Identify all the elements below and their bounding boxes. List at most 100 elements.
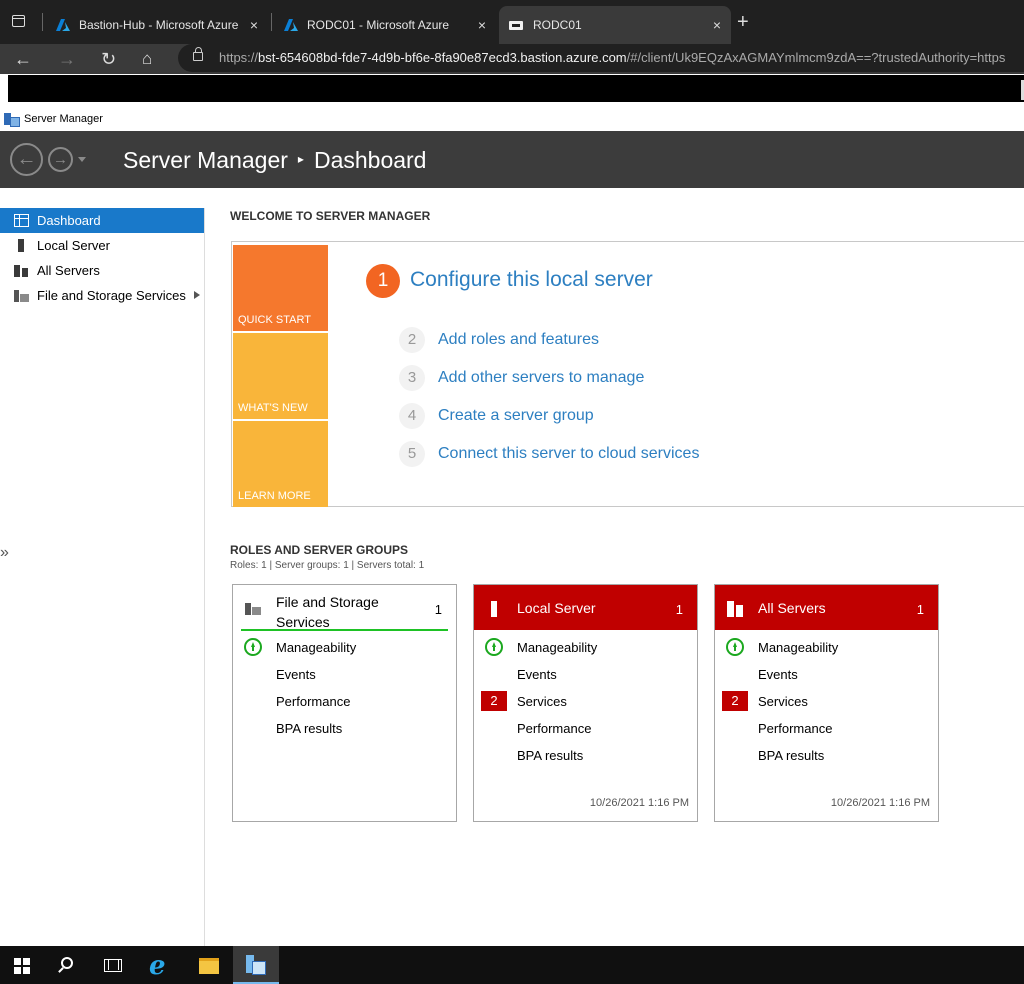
file-storage-icon: [14, 289, 29, 302]
tab-title: RODC01: [533, 18, 582, 32]
breadcrumb: Server Manager ▸ Dashboard: [123, 147, 426, 174]
refresh-icon[interactable]: ↻: [101, 48, 116, 70]
metric-services[interactable]: Services: [758, 694, 808, 709]
browser-tab-rodc01-azure[interactable]: RODC01 - Microsoft Azure ×: [274, 6, 496, 44]
status-ok-bar: [241, 629, 448, 631]
metric-manageability[interactable]: Manageability: [758, 640, 838, 655]
card-count: 1: [916, 602, 924, 617]
metric-events[interactable]: Events: [276, 667, 316, 682]
azure-icon: [284, 19, 298, 31]
metric-performance[interactable]: Performance: [276, 694, 350, 709]
step-server-group: 4 Create a server group: [399, 403, 594, 429]
role-card-file-storage[interactable]: File and Storage Services 1 Manageability…: [232, 584, 457, 822]
sidebar-item-dashboard[interactable]: Dashboard: [0, 208, 204, 233]
card-timestamp: 10/26/2021 1:16 PM: [830, 797, 930, 809]
metric-bpa-results[interactable]: BPA results: [517, 748, 583, 763]
card-title: All Servers: [758, 600, 826, 616]
close-tab-icon[interactable]: ×: [713, 17, 721, 33]
sidebar-item-all-servers[interactable]: All Servers: [0, 258, 204, 283]
quick-start-tile[interactable]: QUICK START: [233, 245, 328, 331]
step-number: 3: [399, 365, 425, 391]
expand-arrow-icon[interactable]: [194, 291, 200, 299]
card-header[interactable]: Local Server 1: [474, 585, 697, 630]
internet-explorer-icon[interactable]: e: [149, 951, 166, 981]
home-icon[interactable]: ⌂: [142, 48, 152, 70]
metric-events[interactable]: Events: [517, 667, 557, 682]
window-title-bar: Server Manager: [0, 110, 1024, 128]
servers-icon: [727, 601, 743, 617]
tab-actions-icon[interactable]: [12, 15, 25, 27]
metric-performance[interactable]: Performance: [758, 721, 832, 736]
card-count: 1: [675, 602, 683, 617]
lock-icon[interactable]: [193, 47, 203, 61]
welcome-panel: QUICK START WHAT'S NEW LEARN MORE 1 Conf…: [231, 241, 1024, 507]
create-server-group-link[interactable]: Create a server group: [438, 407, 594, 425]
close-tab-icon[interactable]: ×: [478, 17, 486, 33]
card-header[interactable]: All Servers 1: [715, 585, 938, 630]
metric-performance[interactable]: Performance: [517, 721, 591, 736]
servers-icon: [14, 264, 29, 277]
add-servers-link[interactable]: Add other servers to manage: [438, 369, 644, 387]
task-view-icon[interactable]: [104, 959, 122, 972]
learn-more-tile[interactable]: LEARN MORE: [233, 421, 328, 507]
breadcrumb-app: Server Manager: [123, 147, 288, 173]
sidebar-item-file-storage[interactable]: File and Storage Services: [0, 283, 204, 308]
back-circle-icon[interactable]: ←: [10, 143, 43, 176]
collapse-sidebar-icon[interactable]: »: [0, 544, 9, 562]
browser-tab-bastion-hub[interactable]: Bastion-Hub - Microsoft Azure ×: [46, 6, 268, 44]
window-title: Server Manager: [24, 113, 103, 125]
forward-circle-icon[interactable]: →: [48, 147, 73, 172]
windows-start-icon[interactable]: [14, 958, 30, 974]
step-number: 1: [366, 264, 400, 298]
card-header[interactable]: File and Storage Services 1: [233, 585, 456, 631]
card-timestamp: 10/26/2021 1:16 PM: [589, 797, 689, 809]
search-icon[interactable]: [61, 957, 73, 969]
tab-separator: [42, 13, 43, 31]
card-title: File and Storage Services: [276, 594, 379, 630]
server-manager-header: ← → Server Manager ▸ Dashboard: [0, 131, 1024, 188]
check-up-icon: [726, 638, 744, 656]
back-arrow-icon[interactable]: ←: [14, 48, 32, 70]
taskbar: e: [0, 946, 1024, 984]
card-title: Local Server: [517, 600, 596, 616]
whats-new-tile[interactable]: WHAT'S NEW: [233, 333, 328, 419]
breadcrumb-page: Dashboard: [313, 147, 427, 173]
browser-tab-strip: Bastion-Hub - Microsoft Azure × RODC01 -…: [0, 0, 1024, 44]
browser-toolbar: ← → ↻ ⌂ https://bst-654608bd-fde7-4d9b-b…: [0, 44, 1024, 74]
role-card-local-server[interactable]: Local Server 1 Manageability Events 2 Se…: [473, 584, 698, 822]
file-explorer-icon[interactable]: [199, 958, 219, 974]
step-add-roles: 2 Add roles and features: [399, 327, 599, 353]
add-roles-link[interactable]: Add roles and features: [438, 331, 599, 349]
dashboard-icon: [14, 214, 29, 227]
breadcrumb-separator: ▸: [297, 151, 304, 166]
step-cloud: 5 Connect this server to cloud services: [399, 441, 699, 467]
address-bar[interactable]: https://bst-654608bd-fde7-4d9b-bf6e-8fa9…: [178, 44, 1024, 72]
metric-services[interactable]: Services: [517, 694, 567, 709]
metric-events[interactable]: Events: [758, 667, 798, 682]
forward-arrow-icon[interactable]: →: [58, 48, 76, 70]
step-add-servers: 3 Add other servers to manage: [399, 365, 644, 391]
new-tab-button[interactable]: +: [737, 12, 749, 32]
tab-title: RODC01 - Microsoft Azure: [307, 18, 450, 32]
services-alert-badge: 2: [481, 691, 507, 711]
close-tab-icon[interactable]: ×: [250, 17, 258, 33]
metric-bpa-results[interactable]: BPA results: [758, 748, 824, 763]
configure-local-server-link[interactable]: Configure this local server: [410, 268, 653, 292]
sidebar: Dashboard Local Server All Servers File …: [0, 208, 205, 946]
file-storage-icon: [245, 601, 261, 617]
connect-cloud-link[interactable]: Connect this server to cloud services: [438, 445, 699, 463]
azure-icon: [56, 19, 70, 31]
server-manager-taskbar-icon[interactable]: [233, 946, 279, 984]
tab-title: Bastion-Hub - Microsoft Azure: [79, 18, 239, 32]
metric-bpa-results[interactable]: BPA results: [276, 721, 342, 736]
sidebar-item-local-server[interactable]: Local Server: [0, 233, 204, 258]
history-dropdown-icon[interactable]: [78, 157, 86, 162]
sidebar-item-label: File and Storage Services: [37, 288, 186, 303]
url-text: https://bst-654608bd-fde7-4d9b-bf6e-8fa9…: [219, 50, 1006, 65]
browser-tab-rodc01-active[interactable]: RODC01 ×: [499, 6, 731, 44]
metric-manageability[interactable]: Manageability: [517, 640, 597, 655]
metric-manageability[interactable]: Manageability: [276, 640, 356, 655]
welcome-title: WELCOME TO SERVER MANAGER: [230, 209, 431, 223]
card-count: 1: [434, 602, 442, 617]
role-card-all-servers[interactable]: All Servers 1 Manageability Events 2 Ser…: [714, 584, 939, 822]
